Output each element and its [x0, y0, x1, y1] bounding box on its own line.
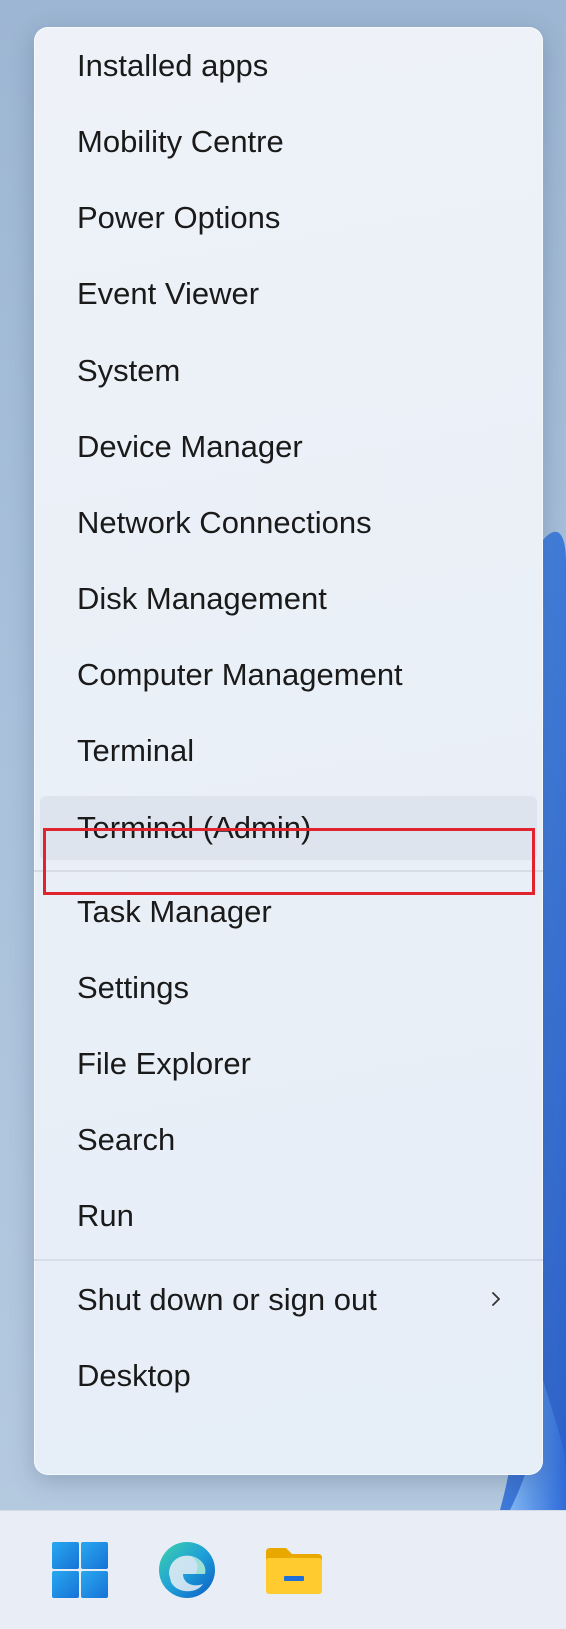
menu-item-label: Search: [77, 1122, 176, 1157]
menu-item-label: Terminal (Admin): [77, 810, 312, 845]
menu-separator: [34, 870, 543, 872]
menu-item-disk-management[interactable]: Disk Management: [40, 567, 537, 631]
file-explorer-icon[interactable]: [262, 1538, 326, 1602]
chevron-right-icon: [492, 1292, 500, 1306]
menu-item-label: Event Viewer: [77, 276, 260, 311]
menu-item-terminal[interactable]: Terminal: [40, 719, 537, 783]
menu-item-computer-management[interactable]: Computer Management: [40, 643, 537, 707]
menu-item-run[interactable]: Run: [40, 1184, 537, 1248]
menu-item-label: Desktop: [77, 1358, 191, 1393]
menu-item-system[interactable]: System: [40, 339, 537, 403]
menu-separator: [34, 1259, 543, 1261]
menu-item-label: Run: [77, 1198, 134, 1233]
menu-item-settings[interactable]: Settings: [40, 956, 537, 1020]
menu-item-label: Disk Management: [77, 581, 327, 616]
menu-item-label: File Explorer: [77, 1046, 251, 1081]
taskbar: [0, 1510, 566, 1629]
menu-item-label: Task Manager: [77, 894, 272, 929]
menu-item-label: Shut down or sign out: [77, 1282, 377, 1317]
menu-item-label: Network Connections: [77, 505, 372, 540]
menu-item-label: Power Options: [77, 200, 281, 235]
menu-item-desktop[interactable]: Desktop: [40, 1344, 537, 1408]
menu-item-label: Mobility Centre: [77, 124, 284, 159]
menu-item-label: Device Manager: [77, 429, 303, 464]
menu-item-file-explorer[interactable]: File Explorer: [40, 1032, 537, 1096]
windows-start-icon[interactable]: [48, 1538, 112, 1602]
start-context-menu: Installed apps Mobility Centre Power Opt…: [34, 27, 543, 1475]
menu-item-device-manager[interactable]: Device Manager: [40, 415, 537, 479]
menu-item-shut-down-or-sign-out[interactable]: Shut down or sign out: [40, 1268, 537, 1332]
menu-item-label: Settings: [77, 970, 190, 1005]
edge-browser-icon[interactable]: [155, 1538, 219, 1602]
menu-item-label: Computer Management: [77, 657, 403, 692]
menu-item-label: System: [77, 353, 181, 388]
menu-item-network-connections[interactable]: Network Connections: [40, 491, 537, 555]
menu-item-power-options[interactable]: Power Options: [40, 186, 537, 250]
menu-item-mobility-centre[interactable]: Mobility Centre: [40, 110, 537, 174]
menu-item-label: Terminal: [77, 733, 195, 768]
menu-item-label: Installed apps: [77, 48, 269, 83]
menu-item-task-manager[interactable]: Task Manager: [40, 880, 537, 944]
menu-item-event-viewer[interactable]: Event Viewer: [40, 262, 537, 326]
menu-item-search[interactable]: Search: [40, 1108, 537, 1172]
menu-item-installed-apps[interactable]: Installed apps: [40, 34, 537, 98]
menu-item-terminal-admin[interactable]: Terminal (Admin): [40, 796, 537, 860]
